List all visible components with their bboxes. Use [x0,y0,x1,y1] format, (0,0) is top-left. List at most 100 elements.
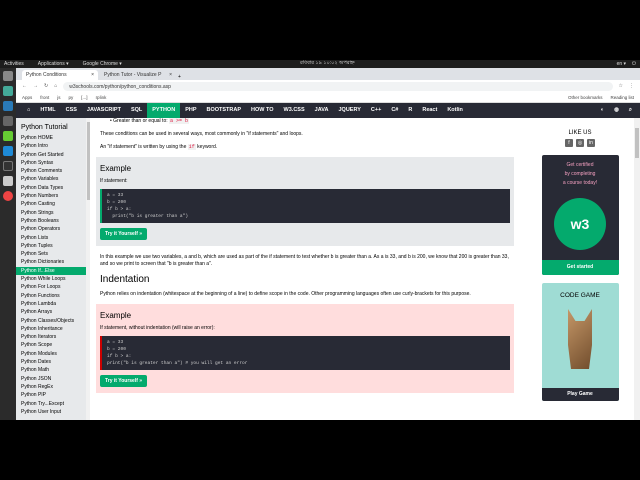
sidebar-item[interactable]: Python Functions [16,292,90,300]
bookmark-star-icon[interactable]: ☆ [619,83,623,89]
linkedin-icon[interactable]: in [587,139,595,147]
dark-mode-icon[interactable]: ◐ [601,107,604,114]
sidebar-item[interactable]: Python For Loops [16,283,90,291]
power-icon[interactable]: ⏻ [632,61,636,67]
menu-icon[interactable]: ⋮ [629,83,634,89]
code-game-ad[interactable]: CODE GAME Play Game [541,283,619,401]
sidebar-scrollbar[interactable] [86,118,90,420]
nav-r[interactable]: R [403,103,417,118]
nav-cpp[interactable]: C++ [366,103,386,118]
home-icon[interactable]: ⌂ [54,83,57,89]
other-bookmarks[interactable]: Other bookmarks [568,95,603,100]
nav-jquery[interactable]: JQUERY [334,103,366,118]
nav-bootstrap[interactable]: BOOTSTRAP [202,103,247,118]
tab-python-conditions[interactable]: Python Conditions × [22,70,98,80]
language-indicator[interactable]: en ▾ [617,61,626,67]
bookmark-js[interactable]: js [57,95,60,100]
bookmark-py[interactable]: py [69,95,74,100]
app-icon[interactable] [3,86,13,96]
applications-menu[interactable]: Applications ▾ [38,61,69,67]
bookmark-folder[interactable]: [...] [81,95,87,100]
vscode-icon[interactable] [3,146,13,156]
sidebar-item[interactable]: Python Modules [16,350,90,358]
sidebar-item[interactable]: Python User Input [16,408,90,416]
get-started-button[interactable]: Get started [541,260,619,275]
nav-css[interactable]: CSS [61,103,82,118]
sidebar-item[interactable]: Python Numbers [16,192,90,200]
terminal-icon[interactable] [3,161,13,171]
sidebar-item[interactable]: Python Dictionaries [16,258,90,266]
bookmark-rplink[interactable]: rplink [96,95,107,100]
sidebar-item[interactable]: Python Scope [16,341,90,349]
app-menu[interactable]: Google Chrome ▾ [83,61,122,67]
sidebar-item[interactable]: Python Arrays [16,308,90,316]
sidebar-item[interactable]: Python Data Types [16,184,90,192]
nav-html[interactable]: HTML [35,103,60,118]
instagram-icon[interactable]: ◎ [576,139,584,147]
certification-ad[interactable]: Get certified by completing a course tod… [541,155,619,275]
sidebar-item[interactable]: Python Operators [16,225,90,233]
chrome-icon[interactable] [3,191,13,201]
try-it-yourself-button[interactable]: Try it Yourself » [100,375,148,387]
sidebar-item[interactable]: Python Lambda [16,300,90,308]
sidebar-item[interactable]: Python Classes/Objects [16,317,90,325]
sidebar-item[interactable]: Python Iterators [16,333,90,341]
activities-button[interactable]: Activities [4,61,24,67]
sidebar-item[interactable]: Python Syntax [16,159,90,167]
sidebar-item[interactable]: Python Inheritance [16,325,90,333]
sidebar-item[interactable]: Python Math [16,366,90,374]
reading-list[interactable]: Reading list [610,95,634,100]
nav-php[interactable]: PHP [180,103,201,118]
facebook-icon[interactable]: f [565,139,573,147]
new-tab-button[interactable]: + [178,74,181,80]
sidebar-item[interactable]: Python PIP [16,391,90,399]
sidebar-item[interactable]: Python Strings [16,209,90,217]
sidebar-item[interactable]: Python HOME [16,134,90,142]
nav-howto[interactable]: HOW TO [246,103,279,118]
page-scrollbar[interactable] [634,118,640,420]
nav-java[interactable]: JAVA [310,103,334,118]
play-game-button[interactable]: Play Game [541,388,619,401]
clock[interactable]: রবিবার ১৯ ১০:০২ অপরাহ্ন [300,60,355,68]
search-icon[interactable]: ⌕ [629,107,632,114]
reload-icon[interactable]: ↻ [44,83,48,89]
bookmark-front[interactable]: front [40,95,49,100]
nav-home-icon[interactable]: ⌂ [22,103,35,118]
sidebar-item[interactable]: Python Sets [16,250,90,258]
settings-icon[interactable] [3,116,13,126]
sidebar-item[interactable]: Python Get Started [16,151,90,159]
forward-icon[interactable]: → [33,83,38,89]
close-icon[interactable]: × [169,72,172,78]
sidebar-item[interactable]: Python JSON [16,375,90,383]
sidebar-item[interactable]: Python Dates [16,358,90,366]
sidebar-item[interactable]: Python Lists [16,234,90,242]
back-icon[interactable]: ← [22,83,27,89]
files-icon[interactable] [3,71,13,81]
nav-javascript[interactable]: JAVASCRIPT [82,103,126,118]
close-icon[interactable]: × [91,72,94,78]
sidebar-item[interactable]: Python While Loops [16,275,90,283]
sidebar-item[interactable]: Python Variables [16,175,90,183]
try-it-yourself-button[interactable]: Try it Yourself » [100,228,148,240]
sidebar-item[interactable]: Python Tuples [16,242,90,250]
sidebar-item[interactable]: Python Intro [16,142,90,150]
pycharm-icon[interactable] [3,131,13,141]
sidebar-item[interactable]: Python Try...Except [16,400,90,408]
globe-icon[interactable]: ◍ [614,107,619,114]
system-tray[interactable]: en ▾ ⏻ [617,61,636,67]
tab-python-tutor[interactable]: Python Tutor - Visualize P × [100,70,176,80]
sidebar-item[interactable]: Python Casting [16,200,90,208]
calculator-icon[interactable] [3,176,13,186]
nav-react[interactable]: React [417,103,442,118]
nav-kotlin[interactable]: Kotlin [442,103,468,118]
nav-csharp[interactable]: C# [386,103,403,118]
sidebar-item[interactable]: Python Comments [16,167,90,175]
screen-icon[interactable] [3,101,13,111]
bookmark-apps[interactable]: Apps [22,95,32,100]
nav-sql[interactable]: SQL [126,103,147,118]
nav-w3css[interactable]: W3.CSS [279,103,310,118]
nav-python[interactable]: PYTHON [147,103,181,118]
sidebar-item[interactable]: Python If...Else [16,266,90,276]
url-input[interactable]: w3schools.com/python/python_conditions.a… [63,81,613,91]
sidebar-item[interactable]: Python RegEx [16,383,90,391]
